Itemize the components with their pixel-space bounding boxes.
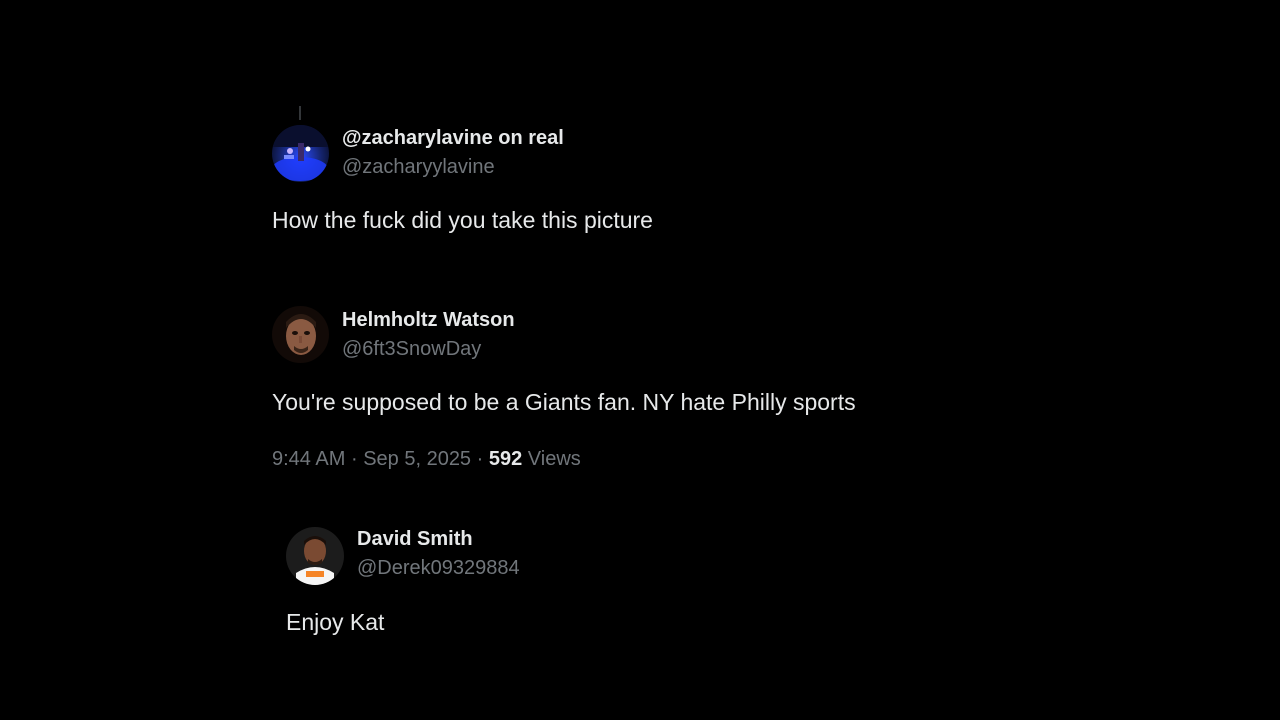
tweet-text: Enjoy Kat — [286, 609, 385, 635]
tweet-helmholtz-watson[interactable]: Helmholtz Watson @6ft3SnowDay You're sup… — [0, 290, 1280, 480]
avatar[interactable] — [286, 527, 344, 585]
avatar[interactable] — [272, 306, 329, 363]
user-handle[interactable]: @Derek09329884 — [357, 557, 520, 580]
user-handle[interactable]: @zacharyylavine — [342, 156, 495, 179]
thread-connector-top — [299, 106, 301, 120]
avatar[interactable] — [272, 125, 329, 182]
views-count[interactable]: 592 — [489, 448, 522, 470]
user-handle[interactable]: @6ft3SnowDay — [342, 338, 481, 361]
tweet-david-smith[interactable]: David Smith @Derek09329884 Enjoy Kat — [275, 515, 1015, 655]
tweet-metadata: 9:44 AM · Sep 5, 2025 · 592 Views — [272, 448, 581, 471]
knicks-player-avatar-icon — [286, 527, 344, 585]
basketball-arena-avatar-icon — [272, 125, 329, 182]
display-name[interactable]: David Smith — [357, 528, 473, 551]
separator: · — [350, 448, 358, 470]
post-date[interactable]: Sep 5, 2025 — [363, 448, 471, 470]
separator: · — [476, 448, 484, 470]
screenshot-stage: @zacharylavine on real @zacharyylavine H… — [0, 0, 1280, 720]
tweet-text: You're supposed to be a Giants fan. NY h… — [272, 389, 856, 415]
tweet-zacharylavine[interactable]: @zacharylavine on real @zacharyylavine H… — [0, 0, 1280, 240]
views-label: Views — [527, 448, 581, 470]
man-face-avatar-icon — [272, 306, 329, 363]
tweet-text: How the fuck did you take this picture — [272, 207, 653, 233]
timestamp[interactable]: 9:44 AM — [272, 448, 345, 470]
display-name[interactable]: Helmholtz Watson — [342, 309, 515, 332]
display-name[interactable]: @zacharylavine on real — [342, 127, 564, 150]
